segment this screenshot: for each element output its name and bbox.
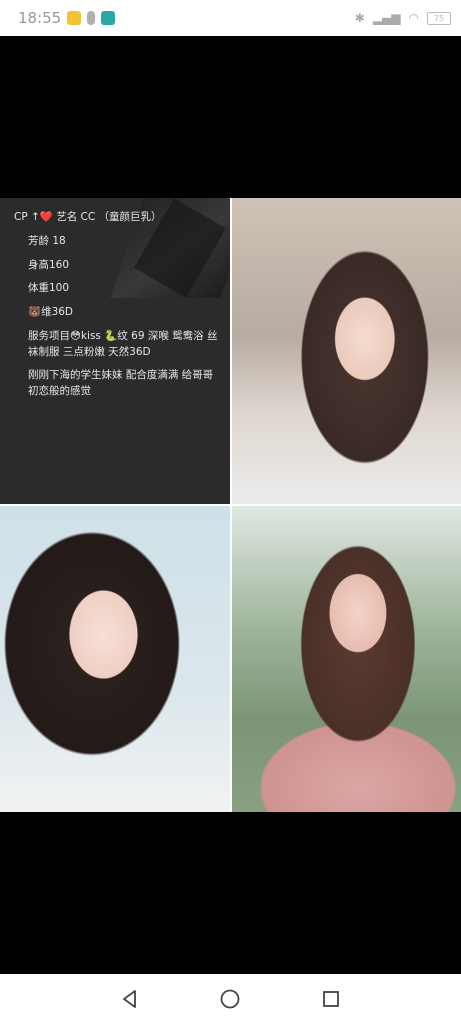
home-button[interactable]: [216, 985, 244, 1013]
recents-button[interactable]: [317, 985, 345, 1013]
battery-level: 75: [433, 13, 445, 23]
post-line: 🐻维36D: [28, 306, 74, 318]
post-text-panel: CP ↑❤️ 艺名 CC （童颜巨乳） 芳龄 18 身高160 体重100 🐻维…: [0, 198, 230, 504]
system-icons: ✱ ▂▄▆ ◠ 75: [355, 11, 451, 25]
back-button[interactable]: [116, 985, 144, 1013]
wifi-icon: ◠: [408, 11, 419, 25]
post-line: 刚刚下海的学生妹妹 配合度满满 给哥哥初恋般的感觉: [28, 369, 214, 397]
post-line: 身高160: [28, 258, 70, 271]
navigation-bar: [0, 974, 461, 1024]
status-bar: 18:55 ✱ ▂▄▆ ◠ 75: [0, 0, 461, 36]
photo[interactable]: [0, 506, 230, 812]
post-line: 芳龄 18: [28, 234, 66, 247]
photo[interactable]: [232, 506, 461, 812]
image-viewer[interactable]: CP ↑❤️ 艺名 CC （童颜巨乳） 芳龄 18 身高160 体重100 🐻维…: [0, 198, 461, 812]
post-line: 体重100: [28, 282, 70, 295]
signal-icon: ▂▄▆: [372, 11, 401, 25]
back-icon: [123, 990, 137, 1008]
app-notification-icon: [67, 11, 82, 25]
recents-icon: [322, 991, 339, 1007]
home-icon: [221, 989, 240, 1009]
post-line: 服务项目😳kiss 🐍纹 69 深喉 鸳鸯浴 丝袜制服 三点粉嫩 天然36D: [28, 329, 218, 358]
photo[interactable]: [232, 198, 461, 504]
mic-icon: [87, 11, 96, 25]
battery-icon: 75: [427, 11, 451, 25]
app-notification-icon: [101, 11, 116, 25]
clock: 18:55: [18, 9, 62, 27]
notification-icons: [67, 11, 116, 25]
bluetooth-icon: ✱: [354, 11, 365, 25]
post-line: CP ↑❤️ 艺名 CC （童颜巨乳）: [14, 211, 162, 223]
